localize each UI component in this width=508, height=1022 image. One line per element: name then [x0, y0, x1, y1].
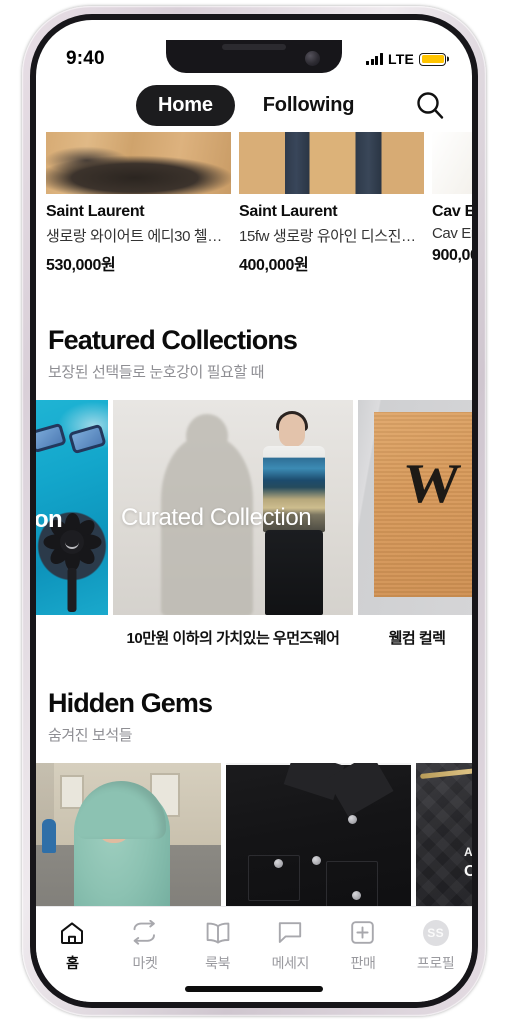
section-subtitle: 숨겨진 보석들: [48, 727, 133, 744]
product-brand: Saint Laurent: [46, 203, 145, 220]
tab-bar-item-home[interactable]: 홈: [39, 919, 105, 973]
collection-overlay-text: on: [36, 506, 63, 533]
tab-label: 마켓: [132, 955, 158, 971]
product-card[interactable]: Saint Laurent 15fw 생로랑 유아인 디스진… 400,000원: [239, 132, 424, 275]
signal-strength-icon: [366, 53, 383, 65]
tab-following[interactable]: Following: [263, 94, 355, 117]
product-title: 생로랑 와이어트 에디30 첼…: [46, 228, 222, 245]
product-image: [239, 132, 424, 194]
product-price: 530,000원: [46, 257, 116, 274]
collection-overlay-text: W: [400, 453, 464, 515]
avatar-icon: SS: [422, 919, 449, 946]
collection-card[interactable]: W 웰컴 컬렉: [358, 400, 472, 648]
glasses-icon: [36, 407, 108, 473]
top-navigation-bar: Home Following: [36, 78, 472, 132]
open-book-icon: [205, 919, 231, 946]
gem-print-text-line2: OMN: [464, 863, 472, 880]
product-title: 15fw 생로랑 유아인 디스진…: [239, 228, 416, 245]
collection-image: W: [358, 400, 472, 615]
gem-print-text-line1: Auton: [464, 845, 472, 859]
gem-card[interactable]: Auton OMN: [416, 763, 472, 906]
collection-overlay-text: Curated Collection: [121, 504, 312, 531]
product-brand: Cav Empt: [432, 203, 472, 220]
search-icon[interactable]: [414, 89, 446, 121]
collection-caption: 10만원 이하의 가치있는 우먼즈웨어: [126, 630, 340, 647]
status-indicators: LTE: [366, 51, 449, 67]
phone-notch: [166, 40, 342, 73]
collection-card[interactable]: Curated Collection 10만원 이하의 가치있는 우먼즈웨어: [113, 400, 353, 648]
product-brand: Saint Laurent: [239, 203, 338, 220]
plus-square-icon: [350, 919, 375, 946]
tab-bar-item-profile[interactable]: SS 프로필: [403, 919, 469, 973]
tab-label: 프로필: [416, 955, 455, 971]
hidden-gems-carousel[interactable]: Auton OMN: [36, 763, 472, 906]
home-icon: [59, 919, 85, 946]
status-time: 9:40: [66, 48, 105, 69]
phone-screen: 9:40 LTE Home Following Saint Laurent 생로…: [36, 20, 472, 1002]
section-title: Featured Collections: [48, 325, 298, 355]
collection-image: on: [36, 400, 108, 615]
collection-card[interactable]: on: [36, 400, 108, 648]
gem-card[interactable]: [226, 763, 411, 906]
tab-home[interactable]: Home: [136, 84, 235, 126]
earpiece-speaker: [222, 44, 286, 50]
featured-collections-carousel[interactable]: on Curated Collection 10만원 이하의 가치있는 우먼즈웨…: [36, 400, 472, 648]
main-scroll-content[interactable]: Saint Laurent 생로랑 와이어트 에디30 첼… 530,000원 …: [36, 132, 472, 906]
product-card[interactable]: Cav Empt Cav Empt 900,000: [432, 132, 472, 275]
tab-label: 홈: [66, 955, 79, 971]
network-type-label: LTE: [387, 51, 414, 67]
tab-bar-item-market[interactable]: 마켓: [112, 919, 178, 973]
pan-handle: [67, 568, 77, 612]
battery-cap: [446, 56, 449, 62]
hidden-gems-header: Hidden Gems 숨겨진 보석들: [36, 688, 472, 745]
tab-label: 판매: [350, 955, 376, 971]
collection-image: Curated Collection: [113, 400, 353, 615]
product-title: Cav Empt: [432, 225, 472, 242]
product-image: [46, 132, 231, 194]
front-camera-icon: [305, 51, 320, 66]
home-indicator[interactable]: [185, 986, 323, 992]
chat-bubble-icon: [277, 919, 303, 946]
tab-bar-item-sell[interactable]: 판매: [330, 919, 396, 973]
repeat-arrows-icon: [131, 919, 158, 946]
featured-collections-header: Featured Collections 보장된 선택들로 눈호강이 필요할 때: [36, 325, 472, 382]
product-carousel[interactable]: Saint Laurent 생로랑 와이어트 에디30 첼… 530,000원 …: [36, 132, 472, 275]
product-price: 900,000: [432, 247, 472, 264]
battery-fill: [421, 55, 444, 63]
tab-label: 메세지: [271, 955, 310, 971]
product-card[interactable]: Saint Laurent 생로랑 와이어트 에디30 첼… 530,000원: [46, 132, 231, 275]
product-price: 400,000원: [239, 257, 309, 274]
tab-bar-item-message[interactable]: 메세지: [257, 919, 323, 973]
collection-caption: 웰컴 컬렉: [388, 630, 446, 647]
section-subtitle: 보장된 선택들로 눈호강이 필요할 때: [48, 364, 265, 381]
gem-card[interactable]: [36, 763, 221, 906]
tab-label: 룩북: [205, 955, 231, 971]
tab-bar-item-lookbook[interactable]: 룩북: [185, 919, 251, 973]
avatar-initials: SS: [422, 919, 449, 946]
product-image: [432, 132, 472, 194]
battery-icon: [419, 52, 449, 66]
section-title: Hidden Gems: [48, 688, 213, 718]
